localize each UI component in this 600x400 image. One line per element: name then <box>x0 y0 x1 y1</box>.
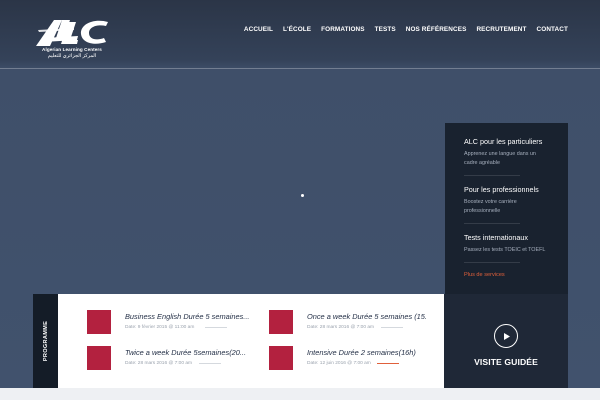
logo-name: Algerian Learning Centers <box>42 47 102 52</box>
course-progress-bar <box>381 327 403 328</box>
nav-item-ecole[interactable]: L'ÉCOLE <box>283 26 311 36</box>
service-description: Passez les tests TOEIC et TOEFL <box>464 247 546 253</box>
nav-item-references[interactable]: NOS RÉFÉRENCES <box>406 26 467 36</box>
service-description: Boostez votre carrière professionnelle <box>464 199 517 214</box>
logo-mark-icon <box>36 20 108 46</box>
course-progress-bar <box>377 363 399 364</box>
header-divider <box>0 68 600 69</box>
course-date: Date: 28 mars 2016 @ 7:00 am <box>307 325 374 330</box>
course-date: Date: 28 mars 2016 @ 7:00 am <box>125 361 192 366</box>
course-date: Date: 12 juin 2016 @ 7:00 am <box>307 361 371 366</box>
course-item[interactable]: Twice a week Durée 5semaines(20... Date:… <box>87 346 257 370</box>
nav-item-tests[interactable]: TESTS <box>375 26 396 36</box>
course-thumbnail[interactable] <box>269 346 293 370</box>
play-icon <box>504 333 510 340</box>
service-particuliers[interactable]: ALC pour les particuliers Apprenez une l… <box>464 137 549 176</box>
course-progress-bar <box>205 327 227 328</box>
course-progress-bar <box>199 363 221 364</box>
course-item[interactable]: Once a week Durée 5 semaines (15. Date: … <box>269 310 439 334</box>
service-description: Apprenez une langue dans un cadre agréab… <box>464 151 536 166</box>
main-navigation: ACCUEIL L'ÉCOLE FORMATIONS TESTS NOS RÉF… <box>244 26 568 36</box>
play-button[interactable] <box>494 324 518 348</box>
service-professionnels[interactable]: Pour les professionnels Boostez votre ca… <box>464 185 549 224</box>
course-item[interactable]: Intensive Durée 2 semaines(16h) Date: 12… <box>269 346 439 370</box>
footer-strip <box>0 388 600 400</box>
nav-item-formations[interactable]: FORMATIONS <box>321 26 364 36</box>
course-thumbnail[interactable] <box>269 310 293 334</box>
course-thumbnail[interactable] <box>87 346 111 370</box>
service-tests[interactable]: Tests internationaux Passez les tests TO… <box>464 233 549 263</box>
nav-item-accueil[interactable]: ACCUEIL <box>244 26 273 36</box>
programme-label: PROGRAMME <box>42 320 49 362</box>
programme-tab[interactable]: PROGRAMME <box>33 294 58 388</box>
course-date: Date: 9 février 2015 @ 11:00 am <box>125 325 195 330</box>
guided-tour-panel[interactable]: VISITE GUIDÉE <box>444 294 568 388</box>
service-title: Pour les professionnels <box>464 185 539 194</box>
course-title[interactable]: Intensive Durée 2 semaines(16h) <box>307 348 439 357</box>
service-title: ALC pour les particuliers <box>464 137 543 146</box>
course-title[interactable]: Business English Durée 5 semaines... <box>125 312 257 321</box>
course-thumbnail[interactable] <box>87 310 111 334</box>
programme-list: Business English Durée 5 semaines... Dat… <box>58 294 444 388</box>
service-title: Tests internationaux <box>464 233 528 242</box>
slider-indicator[interactable] <box>301 194 304 197</box>
more-services-link[interactable]: Plus de services <box>464 272 549 278</box>
course-item[interactable]: Business English Durée 5 semaines... Dat… <box>87 310 257 334</box>
logo-arabic-name: المركز الجزائري للتعليم <box>47 53 97 59</box>
guided-tour-label: VISITE GUIDÉE <box>474 357 538 367</box>
course-title[interactable]: Twice a week Durée 5semaines(20... <box>125 348 257 357</box>
nav-item-contact[interactable]: CONTACT <box>537 26 568 36</box>
nav-item-recrutement[interactable]: RECRUTEMENT <box>476 26 526 36</box>
course-title[interactable]: Once a week Durée 5 semaines (15. <box>307 312 439 321</box>
services-panel: ALC pour les particuliers Apprenez une l… <box>445 123 568 294</box>
alc-logo[interactable]: Algerian Learning Centers المركز الجزائر… <box>34 16 110 64</box>
